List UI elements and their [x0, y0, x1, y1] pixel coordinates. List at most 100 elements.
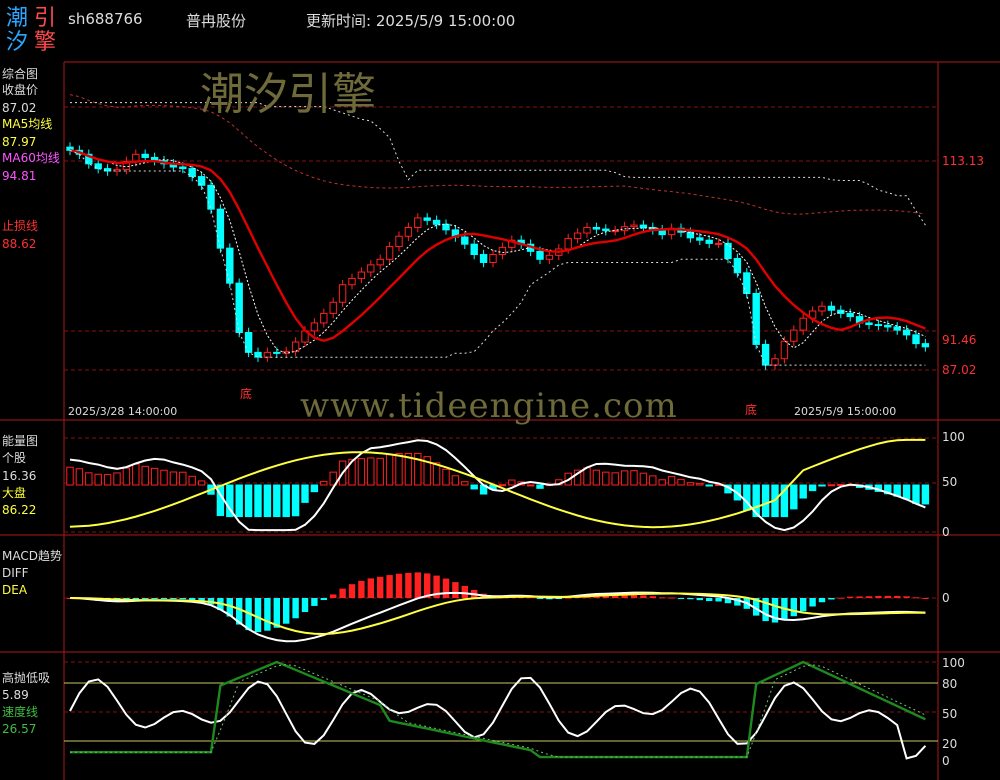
macd-bar	[358, 580, 365, 598]
candle-body	[874, 324, 883, 327]
energy-bar	[197, 480, 206, 486]
energy-bar	[254, 484, 262, 518]
energy-bar	[244, 484, 253, 518]
ma5-value: 87.97	[2, 135, 37, 149]
macd-bar	[715, 598, 722, 602]
energy-bar	[122, 467, 131, 486]
candle-body	[733, 258, 742, 274]
energy-bar	[291, 484, 300, 517]
ma60-value: 94.81	[2, 169, 37, 183]
speed-value: 26.57	[2, 722, 37, 736]
candle-body	[235, 282, 243, 333]
energy-bar	[649, 475, 657, 486]
candle-body	[564, 238, 572, 250]
energy-bar	[536, 484, 544, 489]
macd-bar	[687, 598, 694, 600]
candle-body	[827, 305, 836, 311]
price-tick: 87.02	[942, 363, 977, 377]
candle-body	[714, 242, 723, 245]
candle-body	[818, 305, 826, 312]
energy-tick: 100	[942, 430, 965, 444]
candle-body	[724, 242, 732, 260]
dea-label: DEA	[2, 583, 28, 597]
macd-bar	[330, 594, 337, 598]
candle-body	[921, 343, 930, 348]
osc-tick: 100	[942, 656, 965, 670]
energy-bar	[827, 484, 836, 487]
macd-bar	[809, 598, 816, 607]
energy-bar	[263, 484, 272, 518]
candle-body	[385, 246, 394, 260]
macd-bar	[424, 573, 431, 598]
stoploss-label: 止损线	[2, 219, 39, 233]
candle-body	[395, 235, 403, 248]
macd-bar	[442, 578, 450, 598]
macd-bar	[922, 597, 929, 599]
macd-bar	[659, 597, 666, 599]
energy-bar	[761, 484, 770, 518]
candle-body	[780, 340, 789, 360]
macd-bar	[142, 598, 149, 599]
candle-body	[498, 246, 507, 256]
macd-bar	[677, 598, 685, 599]
macd-bar	[264, 598, 271, 631]
market-energy-label: 大盘	[2, 486, 27, 500]
candle-body	[244, 331, 253, 353]
energy-bar	[912, 484, 920, 504]
energy-bar	[743, 484, 751, 511]
energy-tick: 0	[942, 525, 950, 539]
candle-body	[846, 312, 854, 318]
panel-title: 能量图	[2, 434, 39, 448]
candle-body	[226, 247, 234, 284]
energy-bar	[442, 468, 450, 486]
macd-bar	[160, 598, 168, 599]
candle-body	[367, 264, 375, 273]
macd-bar	[649, 596, 656, 598]
candle-body	[263, 351, 272, 358]
energy-bar	[385, 454, 394, 486]
candle-body	[790, 329, 798, 342]
macd-bar	[283, 598, 290, 624]
candle-body	[216, 208, 225, 249]
osc-tick: 50	[942, 707, 958, 721]
macd-bar	[414, 572, 421, 598]
energy-bar	[790, 484, 798, 510]
candle-body	[329, 301, 337, 314]
speed-label: 速度线	[2, 705, 39, 719]
macd-bar	[640, 595, 647, 598]
candle-body	[771, 358, 779, 366]
macd-bar	[856, 596, 863, 598]
energy-bar	[902, 484, 911, 500]
macd-bar	[386, 575, 393, 598]
logo-char: 擎	[34, 30, 57, 55]
macd-bar	[301, 598, 309, 613]
energy-bar	[658, 479, 666, 486]
candle-body	[338, 284, 347, 303]
diff-line	[69, 591, 926, 643]
candle-body	[479, 254, 488, 263]
energy-bar	[526, 484, 535, 487]
macd-bar	[395, 573, 403, 598]
macd-bar	[903, 596, 910, 598]
energy-bar	[132, 463, 140, 486]
candle-body	[179, 166, 187, 170]
energy-bar	[677, 478, 685, 486]
candle-body	[273, 351, 281, 354]
macd-bar	[339, 588, 346, 598]
candle-body	[461, 236, 469, 245]
main-panel	[66, 94, 930, 370]
macd-bar	[875, 596, 882, 598]
stock-energy-value: 16.36	[2, 469, 37, 483]
macd-bar	[837, 597, 844, 599]
macd-bar	[884, 595, 891, 598]
candle-body	[414, 217, 422, 228]
candle-body	[432, 219, 441, 225]
energy-bar	[461, 481, 469, 486]
energy-bar	[818, 484, 826, 487]
energy-bar	[141, 465, 149, 486]
energy-bar	[470, 484, 478, 490]
energy-bar	[179, 471, 187, 486]
macd-bar	[452, 582, 459, 598]
date-end: 2025/5/9 15:00:00	[794, 405, 897, 418]
energy-bar	[592, 469, 601, 486]
